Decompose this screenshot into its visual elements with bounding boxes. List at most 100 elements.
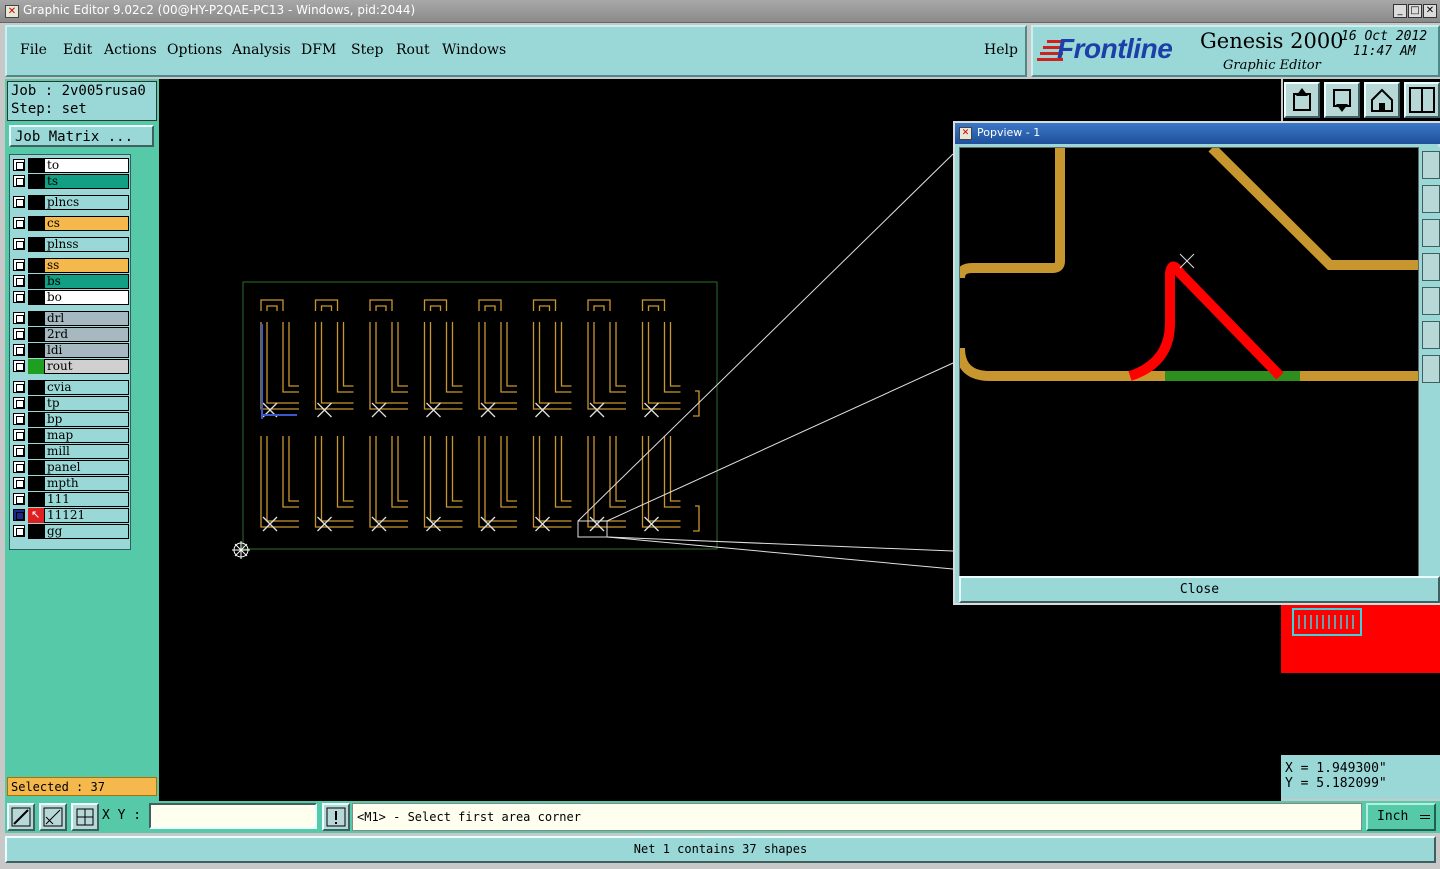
menu-options[interactable]: Options xyxy=(167,42,222,58)
layer-name[interactable]: mill xyxy=(44,444,129,459)
home-icon[interactable] xyxy=(1422,287,1440,315)
layer-row-map[interactable]: map xyxy=(11,428,129,443)
layer-name[interactable]: gg xyxy=(44,524,129,539)
layer-row-ldi[interactable]: ldi xyxy=(11,343,129,358)
snap-icon[interactable] xyxy=(7,803,35,831)
menu-file[interactable]: File xyxy=(20,42,47,58)
grid-toggle-icon[interactable] xyxy=(71,803,99,831)
layer-checkbox[interactable] xyxy=(13,159,25,171)
layer-name[interactable]: cvia xyxy=(44,380,129,395)
layer-checkbox[interactable] xyxy=(13,525,25,537)
layer-name[interactable]: plnss xyxy=(44,237,129,252)
layer-name[interactable]: plncs xyxy=(44,195,129,210)
layer-row-plnss[interactable]: plnss xyxy=(11,237,129,252)
import-icon[interactable] xyxy=(1324,82,1360,118)
layer-row-11121[interactable]: ↖ 11121 xyxy=(11,508,129,523)
layer-name[interactable]: ss xyxy=(44,258,129,273)
layer-row-mpth[interactable]: mpth xyxy=(11,476,129,491)
layer-row-bp[interactable]: bp xyxy=(11,412,129,427)
minimize-icon[interactable]: _ xyxy=(1393,4,1407,18)
layer-row-mill[interactable]: mill xyxy=(11,444,129,459)
menu-step[interactable]: Step xyxy=(351,42,383,58)
layer-checkbox[interactable] xyxy=(13,461,25,473)
layer-checkbox[interactable] xyxy=(13,381,25,393)
grid-icon[interactable] xyxy=(1422,355,1440,383)
layer-checkbox[interactable] xyxy=(13,291,25,303)
menu-dfm[interactable]: DFM xyxy=(301,42,336,58)
layer-name[interactable]: ts xyxy=(44,174,129,189)
layer-checkbox[interactable] xyxy=(13,477,25,489)
xy-input[interactable] xyxy=(149,803,317,829)
layer-checkbox[interactable] xyxy=(13,344,25,356)
layer-checkbox[interactable] xyxy=(13,397,25,409)
overview-map[interactable] xyxy=(1281,605,1440,755)
maximize-icon[interactable]: □ xyxy=(1408,4,1422,18)
layer-name[interactable]: cs xyxy=(44,216,129,231)
layer-checkbox[interactable] xyxy=(13,429,25,441)
menu-windows[interactable]: Windows xyxy=(442,42,506,58)
layer-row-panel[interactable]: panel xyxy=(11,460,129,475)
layer-checkbox[interactable] xyxy=(13,509,25,521)
layer-checkbox[interactable] xyxy=(13,312,25,324)
layer-checkbox[interactable] xyxy=(13,175,25,187)
layer-name[interactable]: panel xyxy=(44,460,129,475)
zoom-out-icon[interactable] xyxy=(1422,185,1440,213)
layer-row-rout[interactable]: rout xyxy=(11,359,129,374)
layer-name[interactable]: mpth xyxy=(44,476,129,491)
layer-row-ts[interactable]: ts xyxy=(11,174,129,189)
layer-row-cvia[interactable]: cvia xyxy=(11,380,129,395)
layer-checkbox[interactable] xyxy=(13,217,25,229)
layer-checkbox[interactable] xyxy=(13,238,25,250)
layer-name[interactable]: drl xyxy=(44,311,129,326)
layer-checkbox[interactable] xyxy=(13,259,25,271)
layer-name[interactable]: bp xyxy=(44,412,129,427)
export-icon[interactable] xyxy=(1284,82,1320,118)
layer-row-to[interactable]: to xyxy=(11,158,129,173)
layer-checkbox[interactable] xyxy=(13,196,25,208)
layer-row-bo[interactable]: bo xyxy=(11,290,129,305)
close-icon[interactable]: ✕ xyxy=(1423,4,1437,18)
layer-name[interactable]: to xyxy=(44,158,129,173)
info-icon[interactable] xyxy=(322,803,350,831)
layer-name[interactable]: 111 xyxy=(44,492,129,507)
unit-selector[interactable]: Inch xyxy=(1366,803,1436,831)
layer-row-cs[interactable]: cs xyxy=(11,216,129,231)
layer-name[interactable]: 11121 xyxy=(44,508,129,523)
layer-checkbox[interactable] xyxy=(13,360,25,372)
layer-checkbox[interactable] xyxy=(13,413,25,425)
layer-name[interactable]: 2rd xyxy=(44,327,129,342)
layer-row-gg[interactable]: gg xyxy=(11,524,129,539)
menu-help[interactable]: Help xyxy=(984,42,1018,58)
layer-checkbox[interactable] xyxy=(13,445,25,457)
layer-name[interactable]: ldi xyxy=(44,343,129,358)
menu-analysis[interactable]: Analysis xyxy=(232,42,291,58)
layer-row-tp[interactable]: tp xyxy=(11,396,129,411)
layer-row-111[interactable]: 111 xyxy=(11,492,129,507)
layer-checkbox[interactable] xyxy=(13,275,25,287)
layer-checkbox[interactable] xyxy=(13,328,25,340)
layer-row-2rd[interactable]: 2rd xyxy=(11,327,129,342)
fit-icon[interactable] xyxy=(1422,253,1440,281)
popview-zoom-view[interactable] xyxy=(955,144,1420,595)
layer-row-drl[interactable]: drl xyxy=(11,311,129,326)
layer-name[interactable]: tp xyxy=(44,396,129,411)
popview-title-bar[interactable]: ✕ Popview - 1 xyxy=(955,123,1440,144)
layer-name[interactable]: bs xyxy=(44,274,129,289)
layer-name[interactable]: bo xyxy=(44,290,129,305)
layer-checkbox[interactable] xyxy=(13,493,25,505)
zoom-in-icon[interactable] xyxy=(1422,151,1440,179)
popview-close-button[interactable]: Close xyxy=(959,576,1440,603)
home-view-icon[interactable] xyxy=(1364,82,1400,118)
menu-actions[interactable]: Actions xyxy=(104,42,157,58)
redraw-icon[interactable] xyxy=(1422,321,1440,349)
window-layout-icon[interactable] xyxy=(1404,82,1440,118)
job-matrix-button[interactable]: Job Matrix ... xyxy=(9,125,154,147)
measure-icon[interactable] xyxy=(39,803,67,831)
menu-edit[interactable]: Edit xyxy=(63,42,92,58)
layer-row-ss[interactable]: ss xyxy=(11,258,129,273)
layer-row-bs[interactable]: bs xyxy=(11,274,129,289)
layer-name[interactable]: rout xyxy=(44,359,129,374)
layer-row-plncs[interactable]: plncs xyxy=(11,195,129,210)
pan-icon[interactable] xyxy=(1422,219,1440,247)
layer-name[interactable]: map xyxy=(44,428,129,443)
